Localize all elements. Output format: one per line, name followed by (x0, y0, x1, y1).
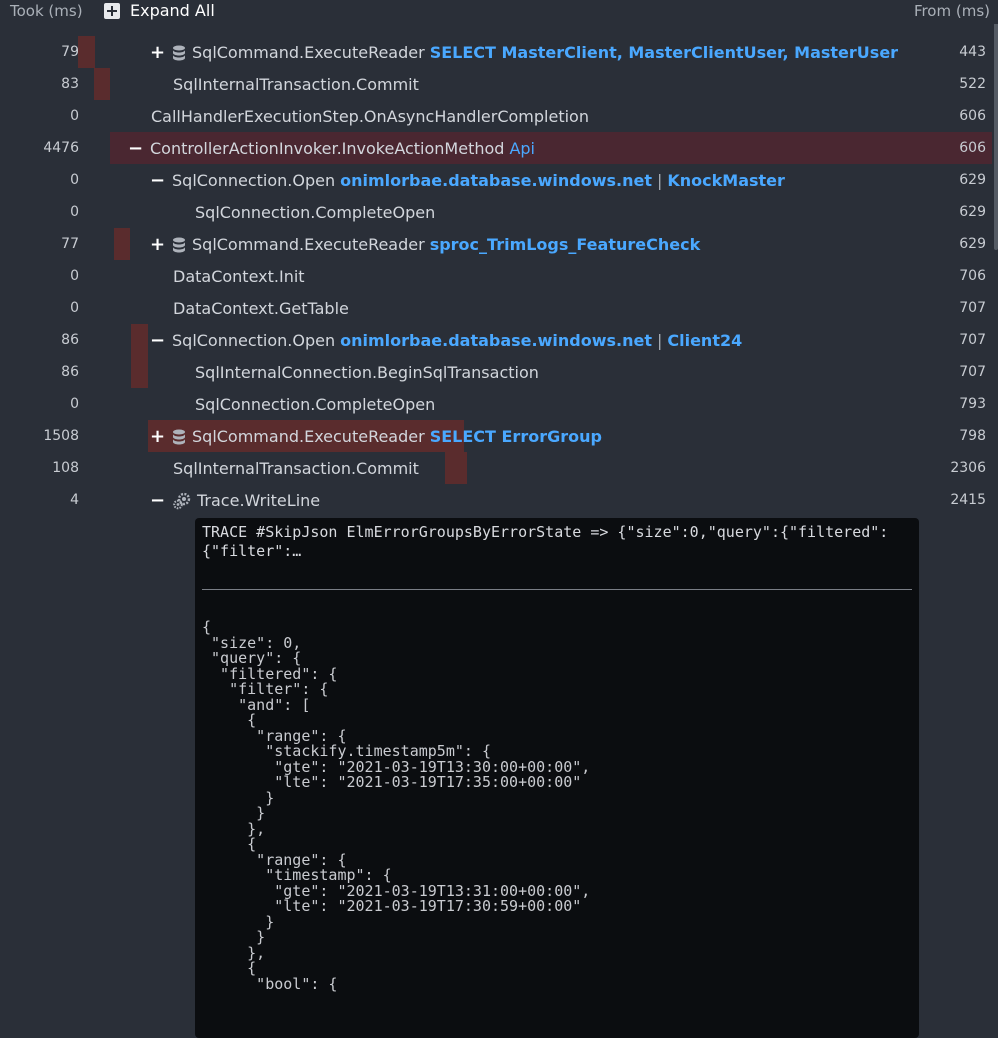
from-value: 707 (959, 300, 986, 316)
operation-detail-link[interactable]: KnockMaster (667, 171, 785, 190)
trace-row[interactable]: 0 DataContext.Init 706 (0, 260, 998, 292)
from-value: 2415 (950, 492, 986, 508)
operation-name: SqlInternalTransaction.Commit (173, 459, 419, 478)
timing-bar (114, 228, 130, 260)
trace-row[interactable]: 0 SqlConnection.CompleteOpen 629 (0, 196, 998, 228)
collapse-row-toggle[interactable]: − (128, 139, 143, 157)
trace-row[interactable]: 86 SqlInternalConnection.BeginSqlTransac… (0, 356, 998, 388)
divider (202, 589, 912, 590)
trace-row[interactable]: 86 − SqlConnection.Open onimlorbae.datab… (0, 324, 998, 388)
operation-name: SqlInternalTransaction.Commit (173, 75, 419, 94)
trace-row[interactable]: 108 SqlInternalTransaction.Commit 2306 (0, 452, 998, 484)
from-value: 629 (959, 172, 986, 188)
took-value: 0 (70, 396, 79, 412)
column-header: Took (ms) Expand All From (ms) (0, 0, 998, 24)
took-value: 4476 (43, 140, 79, 156)
trace-row[interactable]: 0 DataContext.GetTable 707 (0, 292, 998, 324)
operation-detail-link[interactable]: Api (509, 139, 535, 158)
expand-row-toggle[interactable]: + (150, 427, 165, 445)
operation-name: SqlCommand.ExecuteReader (192, 43, 425, 62)
took-value: 86 (61, 364, 79, 380)
trace-row[interactable]: 0 − SqlConnection.Open onimlorbae.databa… (0, 164, 998, 196)
from-value: 443 (959, 44, 986, 60)
took-value: 0 (70, 108, 79, 124)
trace-row[interactable]: 0 CallHandlerExecutionStep.OnAsyncHandle… (0, 100, 998, 132)
operation-name: SqlCommand.ExecuteReader (192, 427, 425, 446)
trace-output-panel: TRACE #SkipJson ElmErrorGroupsByErrorSta… (195, 518, 919, 1038)
scrollbar[interactable] (994, 0, 998, 250)
operation-detail-link[interactable]: onimlorbae.database.windows.net (340, 331, 652, 350)
from-value: 606 (959, 108, 986, 124)
took-value: 4 (70, 492, 79, 508)
took-value: 77 (61, 236, 79, 252)
database-icon (173, 429, 185, 444)
from-column-header: From (ms) (913, 2, 990, 20)
expand-row-toggle[interactable]: + (150, 43, 165, 61)
timing-bar (445, 452, 467, 484)
operation-name: DataContext.GetTable (173, 299, 349, 318)
took-value: 0 (70, 300, 79, 316)
collapse-row-toggle[interactable]: − (150, 171, 165, 189)
trace-row[interactable]: 79 + SqlCommand.ExecuteReader SELECT Mas… (0, 36, 998, 68)
detail-separator: | (656, 171, 663, 190)
operation-name: SqlConnection.CompleteOpen (195, 395, 436, 414)
trace-row[interactable]: 77 + SqlCommand.ExecuteReader sproc_Trim… (0, 228, 998, 260)
trace-summary: TRACE #SkipJson ElmErrorGroupsByErrorSta… (202, 523, 889, 560)
took-column-header: Took (ms) (10, 2, 83, 20)
plus-square-icon (104, 2, 120, 19)
from-value: 793 (959, 396, 986, 412)
operation-detail-link[interactable]: SELECT MasterClient, MasterClientUser, M… (430, 43, 898, 62)
trace-row-highlighted[interactable]: 4476 − ControllerActionInvoker.InvokeAct… (0, 132, 998, 164)
operation-name: ControllerActionInvoker.InvokeActionMeth… (150, 139, 505, 158)
from-value: 629 (959, 236, 986, 252)
expand-all-button[interactable]: Expand All (104, 1, 215, 20)
from-value: 2306 (950, 460, 986, 476)
database-icon (173, 237, 185, 252)
from-value: 706 (959, 268, 986, 284)
operation-name: SqlConnection.CompleteOpen (195, 203, 436, 222)
took-value: 0 (70, 172, 79, 188)
operation-name: SqlConnection.Open (172, 171, 336, 190)
trace-row[interactable]: 83 SqlInternalTransaction.Commit 522 (0, 68, 998, 100)
detail-separator: | (656, 331, 663, 350)
trace-row[interactable]: 4 − Trace.WriteLine 2415 (0, 484, 998, 516)
from-value: 798 (959, 428, 986, 444)
from-value: 707 (959, 364, 986, 380)
took-value: 108 (52, 460, 79, 476)
took-value: 83 (61, 76, 79, 92)
expand-all-label: Expand All (130, 1, 215, 20)
took-value: 79 (61, 44, 79, 60)
operation-name: SqlConnection.Open (172, 331, 336, 350)
operation-detail-link[interactable]: onimlorbae.database.windows.net (340, 171, 652, 190)
operation-name: DataContext.Init (173, 267, 305, 286)
from-value: 522 (959, 76, 986, 92)
collapse-row-toggle[interactable]: − (150, 331, 165, 349)
operation-name: SqlCommand.ExecuteReader (192, 235, 425, 254)
expand-row-toggle[interactable]: + (150, 235, 165, 253)
operation-detail-link[interactable]: SELECT ErrorGroup (430, 427, 602, 446)
operation-detail-link[interactable]: sproc_TrimLogs_FeatureCheck (430, 235, 701, 254)
trace-json-body: { "size": 0, "query": { "filtered": { "f… (202, 618, 591, 993)
collapse-row-toggle[interactable]: − (150, 491, 165, 509)
trace-row[interactable]: 1508 + SqlCommand.ExecuteReader SELECT E… (0, 420, 998, 452)
took-value: 0 (70, 204, 79, 220)
gears-icon (173, 492, 191, 509)
took-value: 86 (61, 332, 79, 348)
timing-bar (94, 68, 110, 100)
took-value: 1508 (43, 428, 79, 444)
from-value: 707 (959, 332, 986, 348)
took-value: 0 (70, 268, 79, 284)
database-icon (173, 45, 185, 60)
operation-detail-link[interactable]: Client24 (667, 331, 742, 350)
from-value: 629 (959, 204, 986, 220)
timing-bar (78, 36, 95, 68)
operation-name: CallHandlerExecutionStep.OnAsyncHandlerC… (151, 107, 589, 126)
trace-row[interactable]: 0 SqlConnection.CompleteOpen 793 (0, 388, 998, 420)
operation-name: Trace.WriteLine (197, 491, 321, 510)
operation-name: SqlInternalConnection.BeginSqlTransactio… (195, 363, 539, 382)
from-value: 606 (959, 140, 986, 156)
